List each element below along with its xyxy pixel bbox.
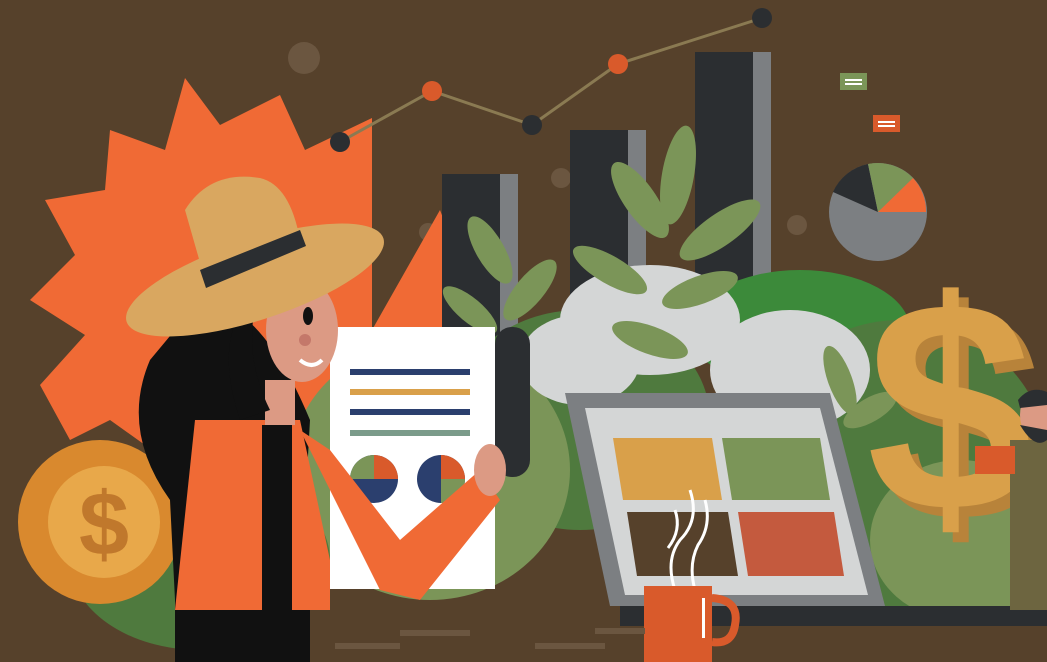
woman-eye — [303, 307, 313, 325]
mug-body — [644, 586, 712, 662]
line-point — [422, 81, 442, 101]
illustration-canvas: $ $ $ — [0, 0, 1047, 662]
line-point — [608, 54, 628, 74]
man-body — [1010, 440, 1047, 610]
line-point — [330, 132, 350, 152]
woman-cheek — [299, 334, 311, 346]
line-point — [752, 8, 772, 28]
line-point — [522, 115, 542, 135]
dollar-sign-front: $ — [867, 238, 1034, 574]
coin-dollar-symbol: $ — [79, 475, 129, 575]
woman-neck — [265, 380, 295, 425]
woman-hand — [474, 444, 506, 496]
tag-orange — [873, 115, 900, 132]
tag-green — [840, 73, 867, 90]
man-tablet — [975, 446, 1015, 474]
illustration-scene: $ $ $ — [0, 0, 1047, 662]
woman-vest-stripe — [262, 425, 292, 610]
